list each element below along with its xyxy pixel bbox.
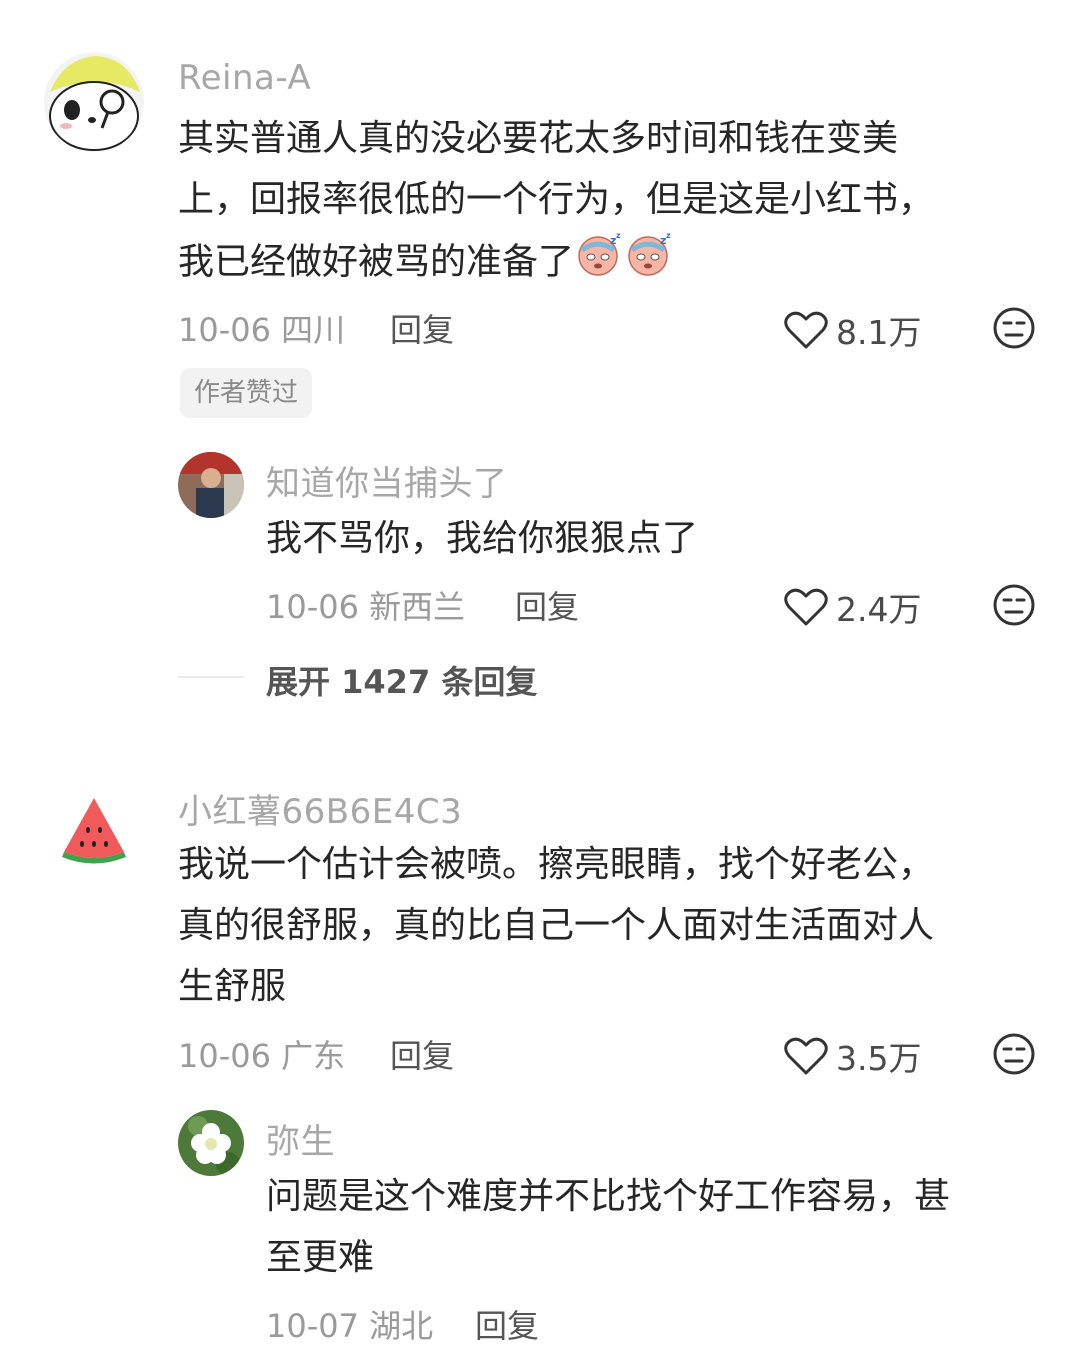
- expand-divider: [178, 676, 244, 678]
- watermelon-icon: [44, 778, 144, 878]
- heart-icon: [784, 1037, 828, 1075]
- reply-button[interactable]: 回复: [515, 582, 579, 628]
- reply-meta: 10-06 新西兰: [266, 582, 465, 628]
- reply-button[interactable]: 回复: [390, 305, 454, 351]
- like-button[interactable]: 2.4万: [784, 583, 921, 631]
- comment-text-line: 我说一个估计会被喷。擦亮眼睛，找个好老公，: [178, 844, 935, 885]
- comment-text-line: 真的很舒服，真的比自己一个人面对生活面对人: [178, 905, 935, 946]
- comment-location: 四川: [281, 311, 346, 349]
- heart-icon: [784, 588, 828, 626]
- comment-text-line: 其实普通人真的没必要花太多时间和钱在变美: [178, 118, 899, 159]
- avatar-reply-user[interactable]: [178, 1110, 244, 1176]
- reply-author[interactable]: 弥生: [266, 1114, 335, 1163]
- reply-meta: 10-07 湖北: [266, 1301, 433, 1347]
- reply-location: 湖北: [369, 1307, 434, 1345]
- like-button[interactable]: 3.5万: [784, 1032, 921, 1080]
- comment-text-line: 上，回报率很低的一个行为，但是这是小红书，: [178, 179, 935, 220]
- panda-avatar-icon: [44, 52, 144, 152]
- dislike-button[interactable]: [992, 583, 1036, 631]
- dislike-button[interactable]: [992, 1032, 1036, 1080]
- comment-list: Reina-A 其实普通人真的没必要花太多时间和钱在变美 上，回报率很低的一个行…: [0, 0, 1078, 1347]
- author-liked-badge: 作者赞过: [180, 368, 313, 418]
- reply-text-line: 至更难: [266, 1237, 375, 1278]
- comment-text-line: 我已经做好被骂的准备了 z z z z: [178, 230, 674, 297]
- like-count: 3.5万: [836, 1039, 922, 1078]
- expand-replies-button[interactable]: 展开 1427 条回复: [266, 657, 537, 703]
- avatar-watermelon[interactable]: [44, 778, 144, 878]
- neutral-face-icon: [993, 584, 1035, 626]
- reply-button[interactable]: 回复: [390, 1031, 454, 1077]
- neutral-face-icon: [993, 1033, 1035, 1075]
- comment-author[interactable]: Reina-A: [178, 58, 311, 98]
- like-count: 8.1万: [836, 313, 922, 352]
- svg-text:z: z: [616, 231, 621, 240]
- svg-text:z: z: [666, 231, 671, 240]
- avatar-reply-user[interactable]: [178, 452, 244, 518]
- reply-author[interactable]: 知道你当捕头了: [266, 456, 508, 505]
- comment-meta: 10-06 广东: [178, 1031, 345, 1077]
- heart-icon: [784, 311, 828, 349]
- comment-location: 广东: [281, 1037, 346, 1075]
- comment-meta: 10-06 四川: [178, 305, 345, 351]
- reply-text-line: 我不骂你，我给你狠狠点了: [266, 518, 699, 559]
- comment-author[interactable]: 小红薯66B6E4C3: [178, 784, 462, 833]
- dislike-button[interactable]: [992, 306, 1036, 354]
- reply-button[interactable]: 回复: [475, 1301, 539, 1347]
- like-button[interactable]: 8.1万: [784, 306, 921, 354]
- reply-location: 新西兰: [369, 588, 466, 626]
- reply-date: 10-07: [266, 1307, 359, 1345]
- comment-date: 10-06: [178, 1037, 271, 1075]
- comment-text-line: 我已经做好被骂的准备了: [178, 241, 575, 283]
- reply-text-line: 问题是这个难度并不比找个好工作容易，甚: [266, 1176, 951, 1217]
- sleepy-face-emoji-icon: z z: [576, 230, 624, 297]
- reply-date: 10-06: [266, 588, 359, 626]
- comment-text-line: 生舒服: [178, 966, 287, 1007]
- neutral-face-icon: [993, 307, 1035, 349]
- avatar-reina[interactable]: [44, 52, 144, 152]
- like-count: 2.4万: [836, 590, 922, 629]
- sleepy-face-emoji-icon: z z: [626, 230, 674, 297]
- photo-avatar-icon: [178, 452, 244, 518]
- flower-avatar-icon: [178, 1110, 244, 1176]
- comment-date: 10-06: [178, 311, 271, 349]
